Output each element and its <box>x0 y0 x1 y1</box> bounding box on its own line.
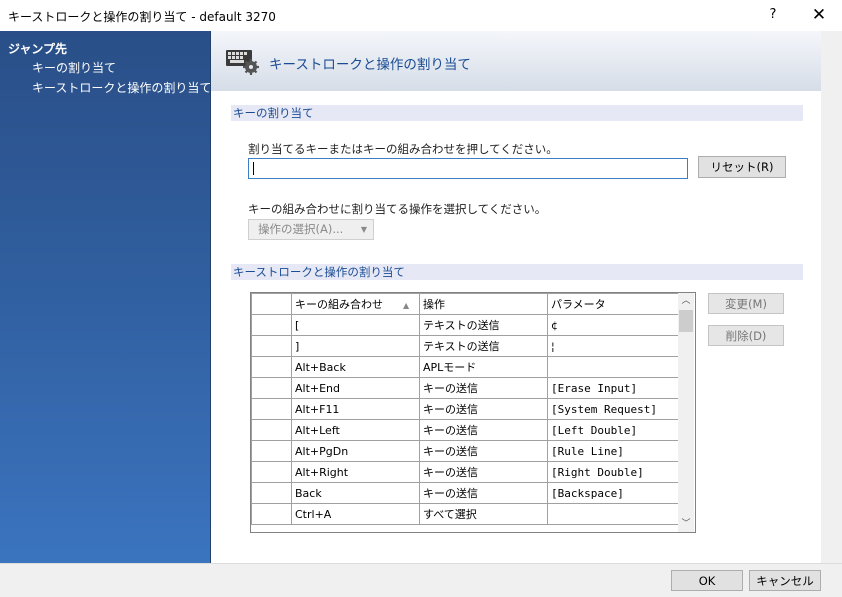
table-row[interactable]: [テキストの送信 ¢ <box>251 314 679 336</box>
table-row[interactable]: Alt+PgDn キーの送信 [Rule Line] <box>251 440 679 462</box>
cell-action: キーの送信 <box>419 398 548 420</box>
cell-key: ] <box>291 335 420 357</box>
cell-param: [System Request] <box>547 398 679 420</box>
cell-action: キーの送信 <box>419 377 548 399</box>
row-header <box>251 356 292 378</box>
content-panel: キーストロークと操作の割り当て キーの割り当て 割り当てるキーまたはキーの組み合… <box>211 31 821 563</box>
table-row[interactable]: Alt+F11 キーの送信 [System Request] <box>251 398 679 420</box>
cell-action: テキストの送信 <box>419 314 548 336</box>
row-header <box>251 377 292 399</box>
reset-button[interactable]: リセット(R) <box>698 156 786 178</box>
cell-param: [Right Double] <box>547 461 679 483</box>
row-header <box>251 398 292 420</box>
row-header <box>251 503 292 525</box>
row-header <box>251 419 292 441</box>
key-prompt-label: 割り当てるキーまたはキーの組み合わせを押してください。 <box>248 142 558 156</box>
cell-action: すべて選択 <box>419 503 548 525</box>
scroll-down-icon[interactable]: ﹀ <box>678 516 694 532</box>
table-row[interactable]: Alt+Back APLモード <box>251 356 679 378</box>
change-button[interactable]: 変更(M) <box>708 293 784 314</box>
banner: キーストロークと操作の割り当て <box>211 31 821 91</box>
row-header <box>251 314 292 336</box>
column-header-key[interactable]: キーの組み合わせ ▲ <box>291 293 420 315</box>
cell-action: テキストの送信 <box>419 335 548 357</box>
vertical-scrollbar[interactable]: ︿ ﹀ <box>678 293 694 532</box>
cell-param: [Left Double] <box>547 419 679 441</box>
sidebar: ジャンプ先 キーの割り当て キーストロークと操作の割り当て <box>0 31 211 563</box>
close-button[interactable]: ✕ <box>808 4 830 26</box>
cell-param: ¦ <box>547 335 679 357</box>
table-row[interactable]: Alt+Right キーの送信 [Right Double] <box>251 461 679 483</box>
cell-key: Alt+PgDn <box>291 440 420 462</box>
sort-ascending-icon: ▲ <box>403 301 410 310</box>
sidebar-item-keystroke-assign[interactable]: キーストロークと操作の割り当て <box>32 79 211 96</box>
column-header-parameter[interactable]: パラメータ <box>547 293 679 315</box>
cell-key: Alt+Back <box>291 356 420 378</box>
action-select-dropdown[interactable]: 操作の選択(A)... ▼ <box>248 219 374 240</box>
column-header-key-label: キーの組み合わせ <box>295 298 383 311</box>
cell-action: APLモード <box>419 356 548 378</box>
delete-button[interactable]: 削除(D) <box>708 325 784 346</box>
cell-key: Alt+End <box>291 377 420 399</box>
row-header <box>251 461 292 483</box>
row-header-corner <box>251 293 292 315</box>
scroll-thumb[interactable] <box>679 310 693 332</box>
action-prompt-label: キーの組み合わせに割り当てる操作を選択してください。 <box>248 202 547 216</box>
table-row[interactable]: ] テキストの送信 ¦ <box>251 335 679 357</box>
grid-header-row: キーの組み合わせ ▲ 操作 パラメータ <box>251 293 679 315</box>
table-row[interactable]: Back キーの送信 [Backspace] <box>251 482 679 504</box>
banner-title: キーストロークと操作の割り当て <box>269 57 471 73</box>
window-title: キーストロークと操作の割り当て - default 3270 <box>8 10 276 24</box>
mapping-section-header: キーストロークと操作の割り当て <box>231 264 803 280</box>
key-assign-section-header: キーの割り当て <box>231 105 803 121</box>
mapping-grid[interactable]: キーの組み合わせ ▲ 操作 パラメータ [テキストの送信 ¢ ] テキストの送信 ¦ A… <box>250 292 696 533</box>
table-row[interactable]: Alt+End キーの送信 [Erase Input] <box>251 377 679 399</box>
cell-key: Back <box>291 482 420 504</box>
row-header <box>251 335 292 357</box>
cell-param: [Erase Input] <box>547 377 679 399</box>
cell-param: [Backspace] <box>547 482 679 504</box>
cell-action: キーの送信 <box>419 482 548 504</box>
footer-divider <box>0 563 842 564</box>
help-button[interactable]: ? <box>762 4 784 26</box>
key-combination-input[interactable] <box>248 158 688 179</box>
keyboard-gear-icon <box>226 50 259 75</box>
sidebar-header: ジャンプ先 <box>8 42 68 56</box>
table-row[interactable]: Alt+Left キーの送信 [Left Double] <box>251 419 679 441</box>
row-header <box>251 482 292 504</box>
title-bar: キーストロークと操作の割り当て - default 3270 ? ✕ <box>0 0 842 31</box>
action-select-label: 操作の選択(A)... <box>258 222 344 236</box>
cell-action: キーの送信 <box>419 461 548 483</box>
table-row[interactable]: Ctrl+A すべて選択 <box>251 503 679 525</box>
chevron-down-icon: ▼ <box>360 225 367 234</box>
cell-key: Ctrl+A <box>291 503 420 525</box>
cell-action: キーの送信 <box>419 419 548 441</box>
row-header <box>251 440 292 462</box>
text-caret <box>253 162 254 175</box>
cancel-button[interactable]: キャンセル <box>749 570 821 591</box>
cell-key: [ <box>291 314 420 336</box>
cell-key: Alt+Left <box>291 419 420 441</box>
cell-key: Alt+Right <box>291 461 420 483</box>
cell-param: ¢ <box>547 314 679 336</box>
sidebar-item-key-assign[interactable]: キーの割り当て <box>32 59 116 76</box>
cell-param <box>547 503 679 525</box>
cell-param: [Rule Line] <box>547 440 679 462</box>
scroll-up-icon[interactable]: ︿ <box>678 293 694 309</box>
cell-action: キーの送信 <box>419 440 548 462</box>
column-header-action[interactable]: 操作 <box>419 293 548 315</box>
cell-param <box>547 356 679 378</box>
cell-key: Alt+F11 <box>291 398 420 420</box>
ok-button[interactable]: OK <box>671 570 743 591</box>
